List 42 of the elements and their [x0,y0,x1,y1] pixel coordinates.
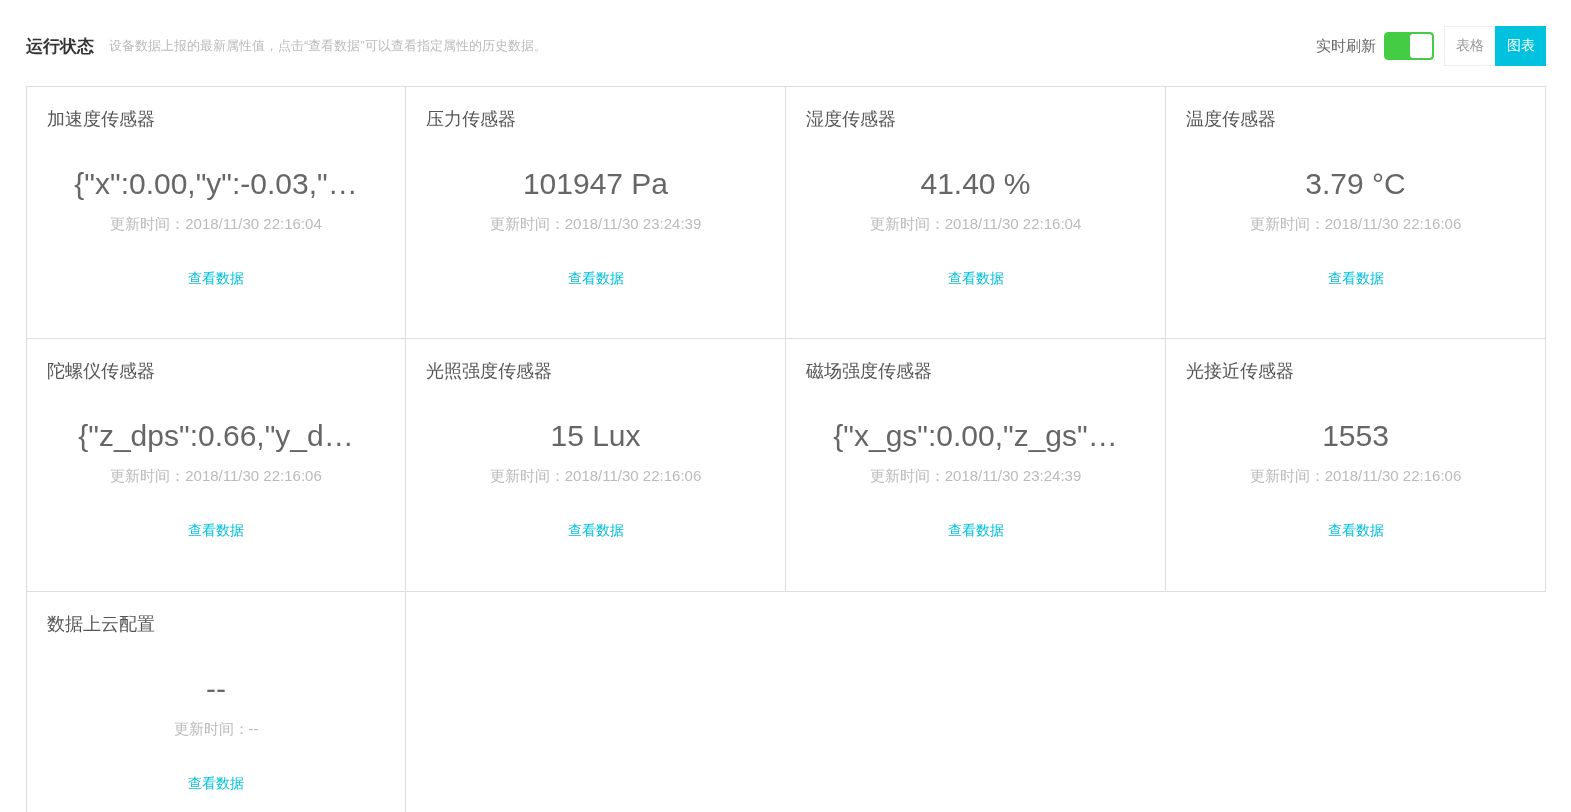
sensor-value: {"x_gs":0.00,"z_gs"… [833,419,1118,453]
sensor-value: 101947 Pa [522,167,669,201]
sensor-value: 41.40 % [920,167,1031,201]
update-time: 更新时间：2018/11/30 23:24:39 [489,215,702,234]
view-data-link[interactable]: 查看数据 [567,522,624,540]
sensor-name: 加速度传感器 [47,108,155,131]
refresh-toggle[interactable] [1384,32,1434,60]
sensor-name: 光照强度传感器 [426,360,552,383]
update-time: 更新时间：2018/11/30 22:16:06 [489,467,702,486]
sensor-value: 15 Lux [550,419,641,453]
view-data-link[interactable]: 查看数据 [188,522,244,540]
view-data-link[interactable]: 查看数据 [567,270,624,288]
refresh-label: 实时刷新 [1316,36,1376,56]
update-time: 更新时间：2018/11/30 22:16:06 [110,467,322,486]
sensor-name: 湿度传感器 [806,108,896,131]
update-time: 更新时间：2018/11/30 23:24:39 [869,467,1082,486]
view-tab[interactable]: 图表 [1495,26,1546,66]
sensor-value: 3.79 °C [1305,167,1406,201]
sensor-value: {"x":0.00,"y":-0.03,"… [74,167,358,201]
sensor-name: 磁场强度传感器 [806,360,932,383]
section-title: 运行状态 [26,35,94,58]
sensor-value: 1553 [1322,419,1389,453]
view-data-link[interactable]: 查看数据 [947,270,1004,288]
view-tab[interactable]: 表格 [1444,26,1495,66]
view-data-link[interactable]: 查看数据 [1327,522,1384,540]
view-data-link[interactable]: 查看数据 [188,775,244,793]
section-description: 设备数据上报的最新属性值，点击“查看数据”可以查看指定属性的历史数据。 [109,37,547,55]
sensor-name: 光接近传感器 [1186,360,1294,383]
sensor-name: 温度传感器 [1186,108,1276,131]
sensor-value: {"z_dps":0.66,"y_d… [78,419,354,453]
update-time: 更新时间：2018/11/30 22:16:06 [1249,215,1462,234]
update-time: 更新时间：2018/11/30 22:16:04 [110,215,322,234]
sensor-value: -- [206,672,226,706]
update-time: 更新时间：-- [173,720,259,739]
sensor-name: 数据上云配置 [47,613,155,636]
update-time: 更新时间：2018/11/30 22:16:06 [1249,467,1462,486]
sensor-name: 压力传感器 [426,108,516,131]
update-time: 更新时间：2018/11/30 22:16:04 [869,215,1082,234]
view-data-link[interactable]: 查看数据 [1327,270,1384,288]
view-data-link[interactable]: 查看数据 [188,270,244,288]
view-data-link[interactable]: 查看数据 [947,522,1004,540]
sensor-name: 陀螺仪传感器 [47,360,155,383]
